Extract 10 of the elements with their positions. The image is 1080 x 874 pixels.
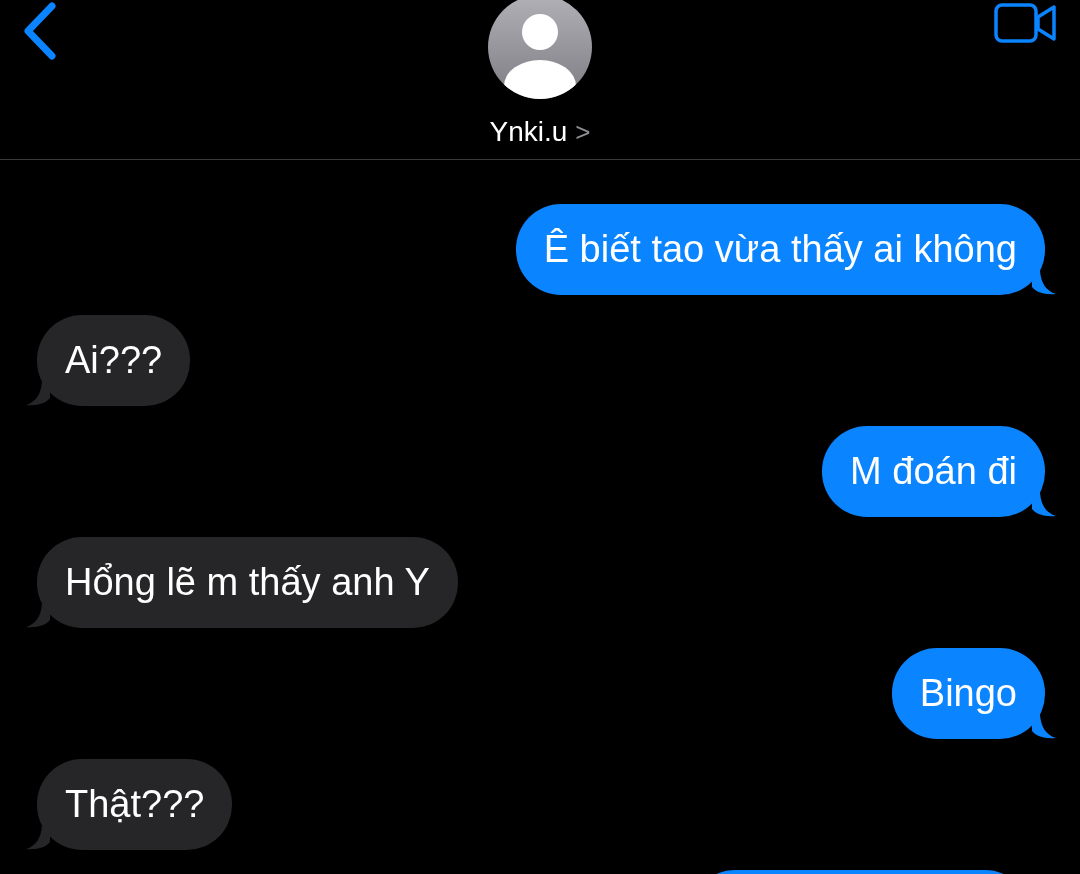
received-message-bubble: Ai??? [37,315,191,406]
avatar-icon[interactable] [487,0,593,100]
chevron-icon[interactable]: > [575,114,591,150]
sent-message-bubble: Bingo [891,648,1045,739]
sent-message-bubble: M đoán đi [822,426,1045,517]
received-message-bubble: Thật??? [37,759,233,850]
video-call-icon[interactable] [994,2,1058,44]
contact-name[interactable]: Ynki.u [489,114,568,150]
received-message-bubble: Hổng lẽ m thấy anh Y [37,537,458,628]
sent-message-bubble: Ê biết tao vừa thấy ai không [515,204,1045,295]
